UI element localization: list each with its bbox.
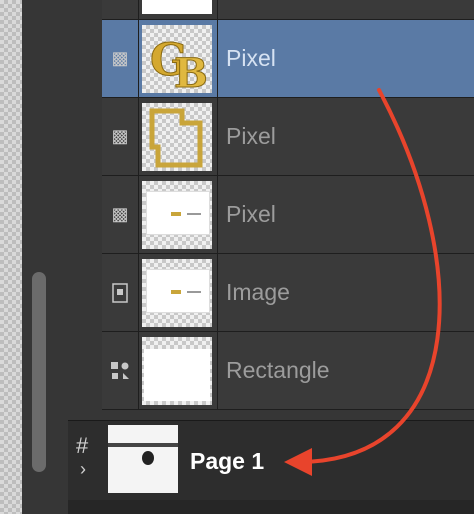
shapes-icon[interactable] (102, 332, 139, 409)
row-divider (217, 332, 218, 409)
layer-thumbnail: G B (142, 25, 212, 93)
layer-name: Pixel (226, 123, 276, 149)
page-row[interactable]: # › Page 1 (68, 420, 474, 501)
row-divider (217, 98, 218, 175)
gb-logo-icon: G B (150, 35, 209, 94)
canvas-edge (0, 0, 22, 514)
scrollbar-thumb[interactable] (32, 272, 46, 472)
visibility-toggle[interactable] (102, 0, 139, 19)
layer-name: Pixel (226, 45, 276, 71)
layer-thumbnail (142, 181, 212, 249)
layer-row[interactable]: Image (102, 254, 474, 332)
document-preview (146, 191, 210, 235)
layer-list: ▩ G B Pixel ▩ Pixel ▩ Pixel Image Rectan… (102, 0, 474, 420)
layer-row[interactable]: ▩ Pixel (102, 98, 474, 176)
row-divider (217, 176, 218, 253)
layer-thumbnail (142, 337, 212, 405)
page-thumbnail (108, 425, 178, 493)
chevron-right-icon[interactable]: › (80, 459, 86, 480)
page-name: Page 1 (190, 447, 265, 474)
row-divider (217, 0, 218, 19)
hash-icon: # (76, 433, 89, 458)
panel-bottom-edge (68, 500, 474, 514)
layer-thumbnail (142, 103, 212, 171)
layer-row[interactable]: Rectangle (102, 332, 474, 410)
layer-name: Pixel (226, 201, 276, 227)
document-preview (146, 269, 210, 313)
layer-thumbnail (142, 0, 212, 14)
layer-row-partial[interactable] (102, 0, 474, 20)
image-icon[interactable] (102, 254, 139, 331)
gb-outline-icon (149, 108, 203, 168)
white-rect-preview (144, 349, 210, 401)
layer-row[interactable]: ▩ Pixel (102, 176, 474, 254)
layer-thumbnail (142, 259, 212, 327)
svg-text:B: B (174, 50, 208, 93)
layer-row[interactable]: ▩ G B Pixel (102, 20, 474, 98)
row-divider (217, 20, 218, 97)
checker-icon[interactable]: ▩ (102, 20, 139, 97)
checker-icon[interactable]: ▩ (102, 176, 139, 253)
layer-name: Image (226, 279, 290, 305)
layer-name: Rectangle (226, 357, 330, 383)
checker-icon[interactable]: ▩ (102, 98, 139, 175)
row-divider (217, 254, 218, 331)
